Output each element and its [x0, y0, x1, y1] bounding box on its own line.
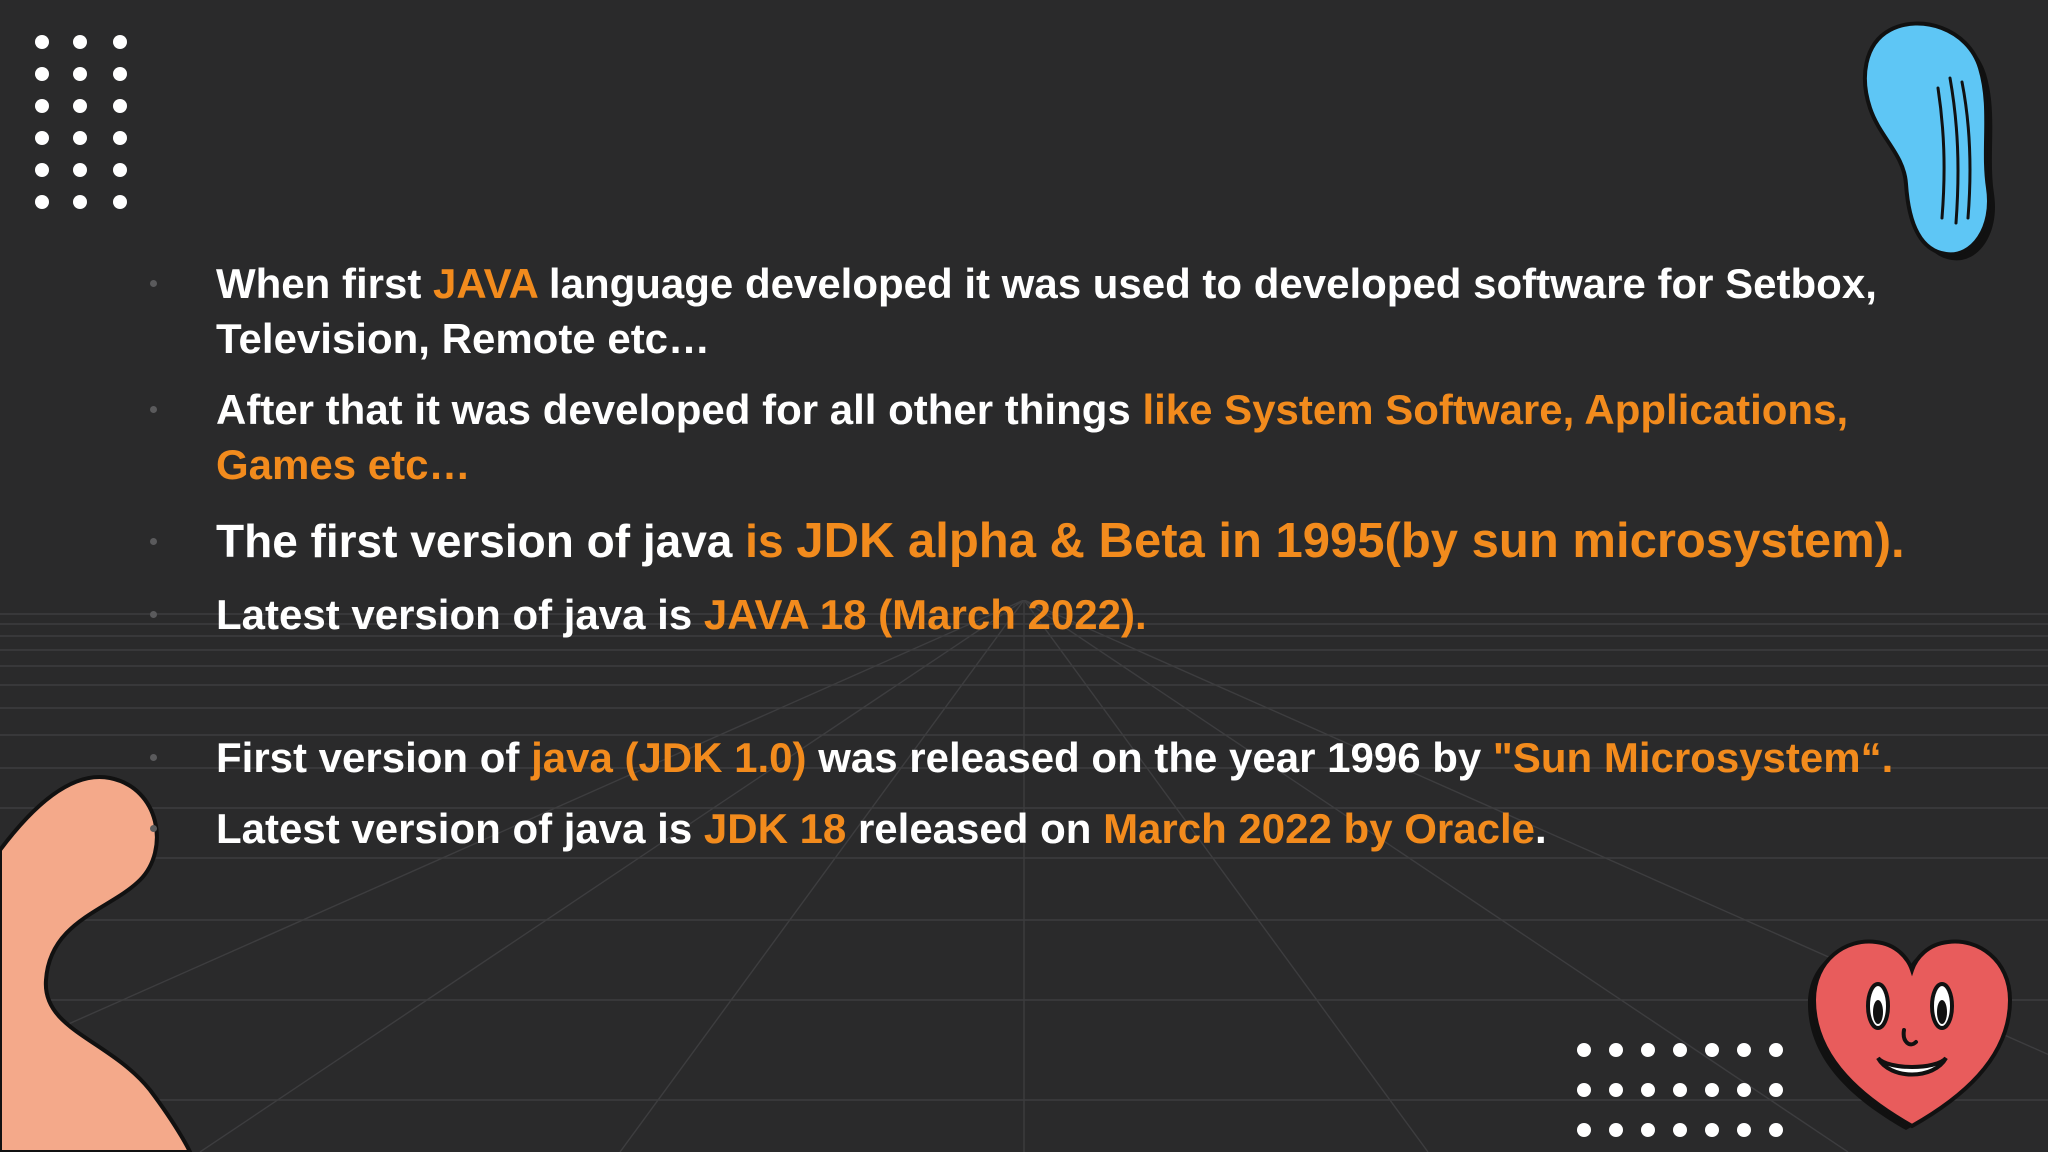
list-item: When first JAVA language developed it wa…: [150, 256, 1970, 366]
list-item: After that it was developed for all othe…: [150, 382, 1970, 492]
heart-face-icon: [1808, 939, 2013, 1130]
bullet-text: released on: [846, 805, 1104, 852]
bullet-text: First version of: [216, 734, 532, 781]
dot-grid-icon: [1577, 1043, 1783, 1137]
bullet-dot-icon: [150, 825, 157, 832]
bullet-highlight: java (JDK 1.0): [531, 734, 807, 781]
list-item: Latest version of java is JAVA 18 (March…: [150, 587, 1970, 642]
bullet-highlight: March 2022 by Oracle: [1103, 805, 1535, 852]
bullet-text: Latest version of java is: [216, 805, 704, 852]
dot-grid-icon: [35, 35, 127, 209]
bullet-text: When first: [216, 260, 433, 307]
bullet-highlight: JAVA 18 (March 2022).: [703, 591, 1147, 638]
bullet-text: .: [1534, 805, 1547, 852]
bullet-highlight: "Sun Microsystem“.: [1492, 734, 1894, 781]
bullet-text: was released on the year 1996 by: [806, 734, 1493, 781]
list-item: Latest version of java is JDK 18 release…: [150, 801, 1970, 856]
bullet-dot-icon: [150, 280, 157, 287]
bullet-text: The first version of java: [216, 515, 746, 567]
bullet-dot-icon: [150, 406, 157, 413]
bullet-highlight: JDK alpha & Beta in 1995(by sun microsys…: [796, 514, 1905, 568]
list-item: First version of java (JDK 1.0) was rele…: [150, 730, 1970, 785]
bullet-text: Latest version of java is: [216, 591, 704, 638]
bullet-dot-icon: [150, 611, 157, 618]
bullet-highlight: JAVA: [433, 260, 538, 307]
bullet-text: After that it was developed for all othe…: [216, 386, 1143, 433]
bullet-list: When first JAVA language developed it wa…: [150, 256, 1970, 856]
bullet-highlight: JDK 18: [703, 805, 847, 852]
bullet-dot-icon: [150, 754, 157, 761]
bullet-dot-icon: [150, 538, 157, 545]
list-item: The first version of java is JDK alpha &…: [150, 514, 1970, 569]
slide: When first JAVA language developed it wa…: [0, 0, 2048, 1152]
blue-blob-icon: [1862, 21, 1995, 261]
bullet-highlight: is: [745, 515, 797, 567]
